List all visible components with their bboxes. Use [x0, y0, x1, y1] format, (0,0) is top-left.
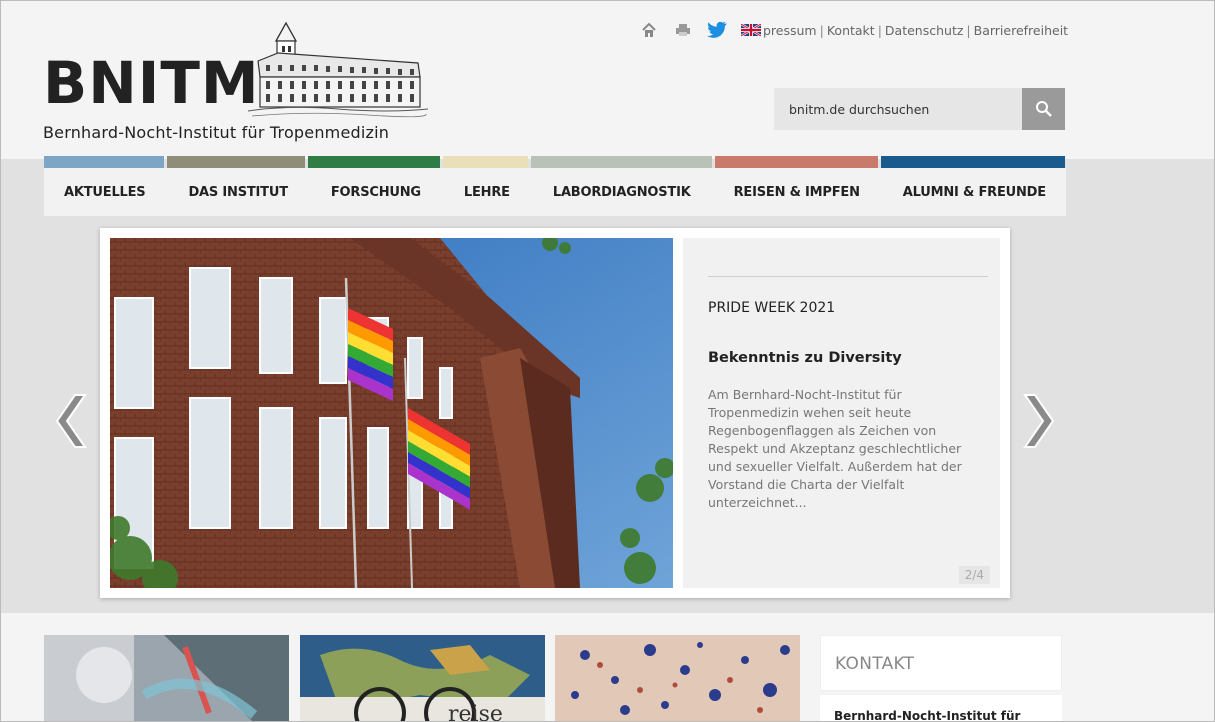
institute-building-logo	[248, 21, 428, 118]
print-icon[interactable]	[673, 20, 693, 40]
datenschutz-link[interactable]: Datenschutz	[885, 23, 964, 38]
logo-wordmark: BNITM	[43, 49, 260, 117]
nav-color-bar	[44, 156, 164, 168]
kontakt-widget-body: Bernhard-Nocht-Institut für	[820, 695, 1062, 722]
news-slider: PRIDE WEEK 2021 Bekenntnis zu Diversity …	[100, 228, 1010, 598]
slide-kicker: PRIDE WEEK 2021	[708, 300, 836, 316]
divider	[708, 276, 988, 277]
kontakt-institute-name: Bernhard-Nocht-Institut für	[834, 709, 1021, 722]
teaser-tile-travel[interactable]: reise	[300, 635, 545, 722]
chevron-right-icon	[1023, 394, 1055, 448]
slide-image[interactable]	[110, 238, 673, 588]
nav-item-aktuelles[interactable]: AKTUELLES	[64, 185, 146, 200]
teaser-tile-lab[interactable]	[44, 635, 289, 721]
nav-item-alumni-freunde[interactable]: ALUMNI & FREUNDE	[903, 185, 1046, 200]
nav-item-lehre[interactable]: LEHRE	[464, 185, 510, 200]
nav-color-bar	[167, 156, 305, 168]
twitter-icon[interactable]	[707, 20, 727, 40]
search-icon	[1035, 101, 1052, 117]
uk-flag-icon[interactable]	[741, 24, 761, 36]
nav-color-bar	[715, 156, 878, 168]
search-input[interactable]	[774, 88, 1022, 130]
slide-teaser: Am Bernhard-Nocht-Institut für Tropenmed…	[708, 387, 962, 510]
nav-color-bar	[881, 156, 1065, 168]
chevron-left-icon	[55, 394, 87, 448]
nav-item-das-institut[interactable]: DAS INSTITUT	[188, 185, 288, 200]
nav-color-bar	[443, 156, 528, 168]
search-button[interactable]	[1022, 88, 1065, 130]
top-utility-bar: pressum | Kontakt | Datenschutz | Barrie…	[639, 19, 1068, 41]
legal-links: pressum | Kontakt | Datenschutz | Barrie…	[741, 23, 1068, 38]
teaser-tile-microscopy[interactable]	[555, 635, 800, 721]
search-box	[774, 88, 1065, 130]
slide-title[interactable]: Bekenntnis zu Diversity	[708, 350, 902, 366]
logo-subtitle: Bernhard-Nocht-Institut für Tropenmedizi…	[43, 123, 390, 142]
slider-next-button[interactable]	[1017, 391, 1059, 451]
nav-color-bar	[531, 156, 712, 168]
nav-item-forschung[interactable]: FORSCHUNG	[331, 185, 421, 200]
slide-text-panel: PRIDE WEEK 2021 Bekenntnis zu Diversity …	[683, 238, 1000, 588]
main-navigation: AKTUELLES DAS INSTITUT FORSCHUNG LEHRE L…	[44, 168, 1066, 216]
slide-counter: 2/4	[958, 566, 990, 584]
slider-prev-button[interactable]	[51, 391, 93, 451]
nav-color-bar	[308, 156, 440, 168]
kontakt-link[interactable]: Kontakt	[827, 23, 875, 38]
logo[interactable]: BNITM Bernhard-Nocht-Institut für Tropen…	[43, 19, 428, 149]
kontakt-title: KONTAKT	[835, 654, 915, 674]
nav-item-labordiagnostik[interactable]: LABORDIAGNOSTIK	[553, 185, 691, 200]
nav-item-reisen-impfen[interactable]: REISEN & IMPFEN	[734, 185, 860, 200]
barrierefreiheit-link[interactable]: Barrierefreiheit	[974, 23, 1068, 38]
browser-frame: BNITM Bernhard-Nocht-Institut für Tropen…	[0, 0, 1215, 722]
kontakt-widget-header: KONTAKT	[820, 635, 1062, 691]
home-icon[interactable]	[639, 20, 659, 40]
travel-word: reise	[448, 702, 503, 722]
impressum-link[interactable]: pressum	[763, 23, 817, 38]
